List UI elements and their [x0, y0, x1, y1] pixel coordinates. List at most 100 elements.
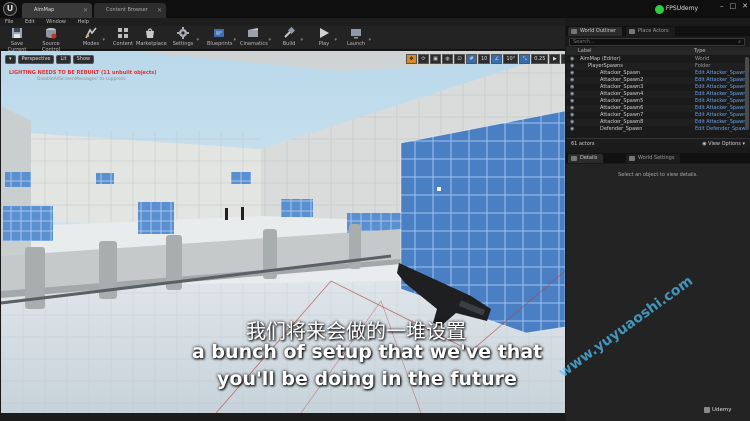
rotation-snap-toggle[interactable]: ∠: [491, 54, 503, 64]
tab-content-browser[interactable]: Content Browser ✕: [94, 3, 166, 18]
lit-button[interactable]: Lit: [56, 55, 71, 64]
source-control-button[interactable]: Source Control: [35, 27, 67, 53]
list-item[interactable]: ◉ Defender_Spawn Edit Defender_Spawn: [566, 126, 750, 133]
content-button[interactable]: Content: [113, 27, 133, 49]
row-type[interactable]: Edit Attacker_Spawn: [695, 105, 746, 112]
title-bar: U AimMap ✕ Content Browser ✕ FPSUdemy – …: [0, 0, 750, 18]
maximize-button[interactable]: □: [730, 2, 737, 10]
tab-aimmap[interactable]: AimMap ✕: [22, 3, 92, 18]
play-icon: [320, 28, 329, 38]
menu-edit[interactable]: Edit: [25, 19, 35, 25]
scale-tool-icon[interactable]: ▣: [430, 54, 441, 64]
marketplace-button[interactable]: Marketplace: [136, 27, 167, 49]
translate-tool-icon[interactable]: ✥: [406, 54, 417, 64]
build-label: Build: [282, 41, 296, 47]
eye-icon[interactable]: ◉: [570, 56, 574, 63]
grid-snap-value[interactable]: 10: [478, 54, 491, 64]
chevron-down-icon: ▾: [334, 37, 337, 43]
list-item[interactable]: ◉ Attacker_Spawn7 Edit Attacker_Spawn: [566, 112, 750, 119]
blueprints-button[interactable]: Blueprints ▾: [207, 27, 236, 49]
viewport-bottom-strip: [0, 413, 565, 421]
type-column-header[interactable]: Type: [694, 47, 705, 55]
launch-icon: [351, 29, 361, 39]
tab-details[interactable]: Details: [568, 154, 604, 163]
modes-button[interactable]: Modes ▾: [82, 27, 105, 49]
row-label: AimMap (Editor): [580, 56, 621, 62]
list-item[interactable]: ◉ AimMap (Editor) World: [566, 56, 750, 63]
scale-snap-value[interactable]: 0.25: [531, 54, 549, 64]
scale-snap-toggle[interactable]: ⤡: [519, 54, 531, 64]
world-space-icon[interactable]: ◍: [442, 54, 453, 64]
grid-snap-toggle[interactable]: #: [466, 54, 477, 64]
content-icon: [118, 28, 128, 38]
menu-file[interactable]: File: [5, 19, 13, 25]
outliner-search-input[interactable]: Search... ⌕: [569, 38, 745, 46]
play-button[interactable]: Play ▾: [316, 27, 337, 49]
row-type[interactable]: Edit Attacker_Spawn: [695, 98, 746, 105]
tab-world-settings[interactable]: World Settings: [626, 154, 681, 163]
save-icon: [12, 28, 22, 38]
build-button[interactable]: Build ▾: [280, 27, 303, 49]
minimize-button[interactable]: –: [720, 2, 724, 10]
perspective-button[interactable]: Perspective: [17, 55, 55, 64]
search-placeholder: Search...: [573, 39, 595, 45]
list-item[interactable]: ◉ Attacker_Spawn2 Edit Attacker_Spawn: [566, 77, 750, 84]
rotate-tool-icon[interactable]: ⟳: [418, 54, 429, 64]
rotation-snap-value[interactable]: 10°: [503, 54, 519, 64]
eye-icon[interactable]: ◉: [570, 119, 574, 126]
camera-speed-value[interactable]: 4: [561, 54, 565, 64]
eye-icon[interactable]: ◉: [570, 126, 574, 133]
surface-snap-icon[interactable]: ⊡: [454, 54, 465, 64]
close-icon[interactable]: ✕: [83, 3, 88, 18]
close-window-button[interactable]: ✕: [742, 2, 748, 10]
row-type[interactable]: Edit Attacker_Spawn: [695, 119, 746, 126]
marketplace-icon: [146, 28, 154, 38]
list-item[interactable]: ◉ PlayerSpawns Folder: [566, 63, 750, 70]
eye-icon[interactable]: ◉: [570, 70, 574, 77]
list-item[interactable]: ◉ Attacker_Spawn3 Edit Attacker_Spawn: [566, 84, 750, 91]
menu-help[interactable]: Help: [78, 19, 89, 25]
row-type[interactable]: Edit Defender_Spawn: [695, 126, 749, 133]
subtitle-english-line2: you'll be doing in the future: [217, 368, 517, 390]
eye-icon[interactable]: ◉: [570, 98, 574, 105]
settings-button[interactable]: Settings ▾: [172, 27, 199, 49]
place-actors-icon: [629, 29, 635, 34]
list-item[interactable]: ◉ Attacker_Spawn4 Edit Attacker_Spawn: [566, 91, 750, 98]
eye-icon[interactable]: ◉: [570, 91, 574, 98]
eye-icon[interactable]: ◉: [570, 84, 574, 91]
viewport-options-button[interactable]: ▾: [5, 55, 16, 64]
tab-place-actors[interactable]: Place Actors: [626, 27, 675, 36]
tab-world-outliner-label: World Outliner: [580, 28, 617, 34]
row-type[interactable]: Edit Attacker_Spawn: [695, 84, 746, 91]
outliner-header: Label Type: [566, 47, 750, 55]
unreal-logo-icon: U: [3, 2, 17, 16]
close-icon[interactable]: ✕: [157, 3, 162, 18]
row-type[interactable]: Edit Attacker_Spawn: [695, 91, 746, 98]
eye-icon[interactable]: ◉: [570, 105, 574, 112]
view-options-label: View Options: [708, 141, 741, 147]
launch-button[interactable]: Launch ▾: [346, 27, 371, 49]
list-item[interactable]: ◉ Attacker_Spawn8 Edit Attacker_Spawn: [566, 119, 750, 126]
list-item[interactable]: ◉ Attacker_Spawn Edit Attacker_Spawn: [566, 70, 750, 77]
row-type: Folder: [695, 63, 711, 69]
eye-icon[interactable]: ◉: [570, 77, 574, 84]
list-item[interactable]: ◉ Attacker_Spawn5 Edit Attacker_Spawn: [566, 98, 750, 105]
show-button[interactable]: Show: [72, 55, 95, 64]
label-column-header[interactable]: Label: [578, 47, 592, 55]
view-options-button[interactable]: ◉ View Options ▾: [702, 139, 745, 149]
save-current-button[interactable]: Save Current: [3, 27, 31, 53]
row-type[interactable]: Edit Attacker_Spawn: [695, 70, 746, 77]
camera-speed-icon[interactable]: ▶: [549, 54, 561, 64]
row-type[interactable]: Edit Attacker_Spawn: [695, 112, 746, 119]
tab-world-outliner[interactable]: World Outliner: [568, 27, 623, 36]
lit-label: Lit: [60, 56, 67, 62]
cinematics-button[interactable]: Cinematics ▾: [240, 27, 271, 49]
outliner-scrollbar[interactable]: [745, 57, 749, 130]
eye-icon[interactable]: ◉: [570, 63, 574, 70]
list-item[interactable]: ◉ Attacker_Spawn6 Edit Attacker_Spawn: [566, 105, 750, 112]
chevron-down-icon: ▾: [233, 37, 236, 43]
row-label: Attacker_Spawn2: [600, 77, 644, 83]
row-type[interactable]: Edit Attacker_Spawn: [695, 77, 746, 84]
menu-window[interactable]: Window: [46, 19, 66, 25]
eye-icon[interactable]: ◉: [570, 112, 574, 119]
